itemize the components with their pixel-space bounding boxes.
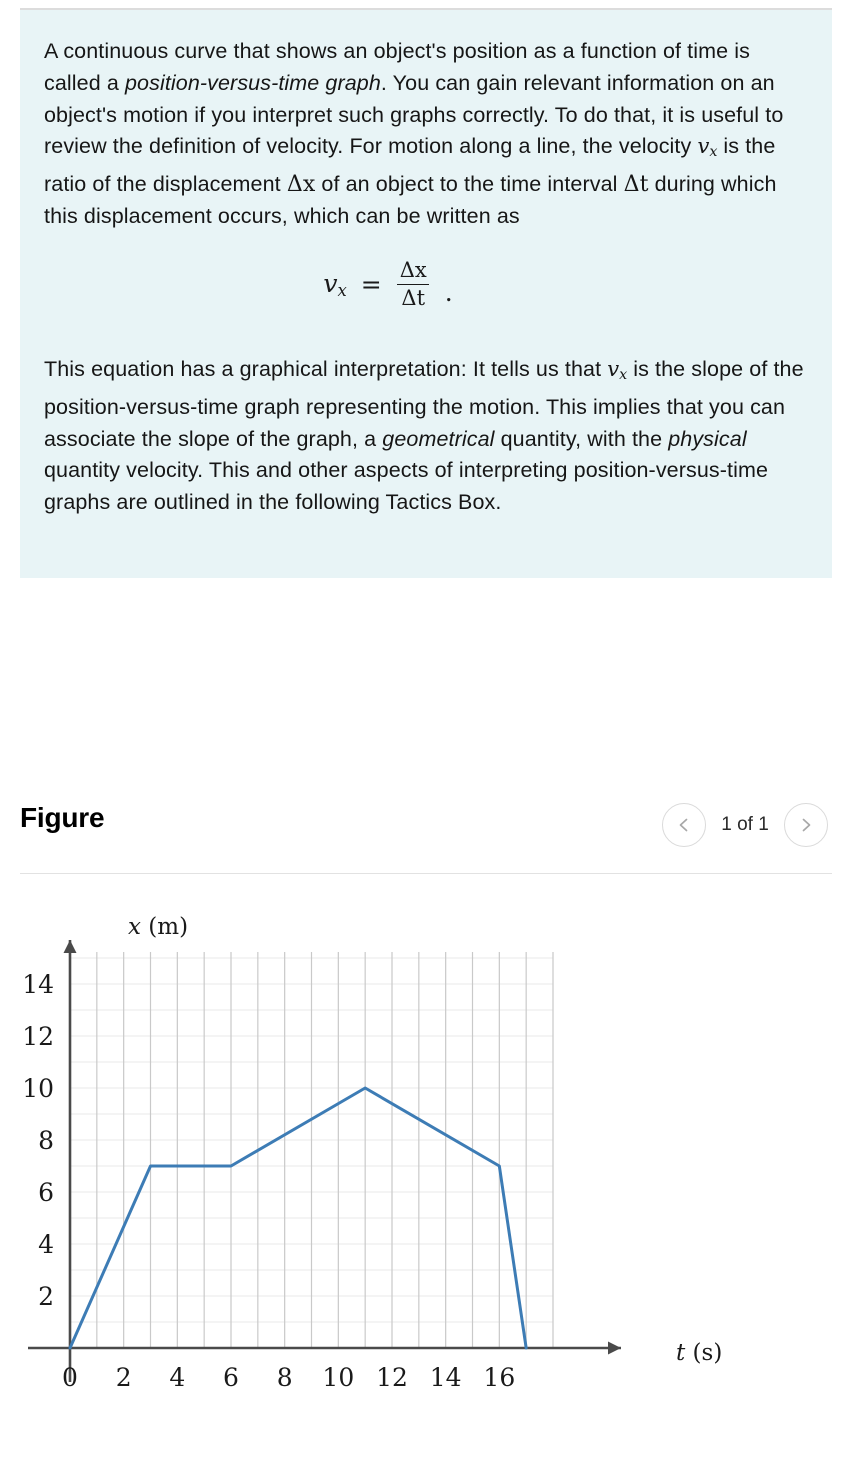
y-tick-label: 2 <box>38 1282 54 1311</box>
x-tick-label: 6 <box>223 1363 239 1392</box>
intro-p2-text-c: quantity, with the <box>494 426 669 451</box>
intro-p1-italic-term: position-versus-time graph <box>124 70 381 95</box>
x-tick-label: 10 <box>322 1363 354 1392</box>
velocity-symbol-1: vx <box>697 134 718 161</box>
x-tick-label: 16 <box>483 1363 515 1392</box>
intro-p2-text-a: This equation has a graphical interpreta… <box>44 356 608 381</box>
x-tick-label: 8 <box>277 1363 293 1392</box>
x-tick-label: 4 <box>169 1363 185 1392</box>
figure-divider <box>20 873 832 874</box>
intro-paragraph-2: This equation has a graphical interpreta… <box>44 354 808 519</box>
chart-svg: 0 2 4 6 8 10 12 14 16 2 4 6 8 10 12 14 x (m) t (s) <box>22 914 722 1392</box>
intro-p2-italic-physical: physical <box>668 426 747 451</box>
grid-major-vertical <box>69 952 554 1348</box>
y-axis-arrowhead <box>63 940 77 953</box>
equation-numerator: Δx <box>399 257 427 282</box>
intro-p1-text-d: of an object to the time interval <box>315 172 624 197</box>
figure-title: Figure <box>20 802 105 833</box>
axis-lines <box>28 940 621 1382</box>
position-vs-time-chart: 0 2 4 6 8 10 12 14 16 2 4 6 8 10 12 14 x (m) t (s) <box>0 890 852 1400</box>
equation-fraction: Δx Δt <box>396 257 431 311</box>
y-tick-label: 12 <box>22 1022 54 1051</box>
equation-lhs: vx <box>323 269 347 301</box>
y-tick-label: 10 <box>22 1074 54 1103</box>
chevron-left-icon <box>675 816 693 834</box>
x-tick-label: 12 <box>376 1363 408 1392</box>
equation-period: . <box>444 277 453 307</box>
y-tick-label: 14 <box>22 970 54 999</box>
velocity-symbol-2: vx <box>607 356 628 384</box>
intro-p2-text-d: quantity velocity. This and other aspect… <box>44 458 769 515</box>
figure-counter: 1 of 1 <box>721 814 769 835</box>
equation-equals-sign: = <box>360 270 382 300</box>
equation-denominator: Δt <box>397 284 430 311</box>
x-axis-label: t (s) <box>676 1340 722 1366</box>
figure-navigation: 1 of 1 <box>662 803 828 847</box>
figure-header: Figure 1 of 1 <box>0 795 852 883</box>
intro-p2-italic-geometrical: geometrical <box>382 426 495 451</box>
y-tick-label: 8 <box>38 1126 54 1155</box>
y-axis-label: x (m) <box>128 914 188 940</box>
delta-t-symbol: Δt <box>623 172 649 198</box>
y-tick-label: 4 <box>38 1230 54 1259</box>
y-tick-label: 6 <box>38 1178 54 1207</box>
previous-figure-button[interactable] <box>662 803 706 847</box>
x-tick-label: 0 <box>62 1363 78 1392</box>
x-axis-tick-labels: 0 2 4 6 8 10 12 14 16 <box>62 1363 515 1392</box>
intro-text-panel: A continuous curve that shows an object'… <box>20 8 832 578</box>
y-axis-tick-labels: 2 4 6 8 10 12 14 <box>22 970 54 1311</box>
x-tick-label: 14 <box>430 1363 462 1392</box>
velocity-equation: vx = Δx Δt . <box>44 257 808 329</box>
chevron-right-icon <box>797 816 815 834</box>
intro-paragraph-1: A continuous curve that shows an object'… <box>44 36 808 233</box>
x-tick-label: 2 <box>116 1363 132 1392</box>
next-figure-button[interactable] <box>784 803 828 847</box>
delta-x-symbol: Δx <box>286 172 316 198</box>
x-axis-arrowhead <box>608 1341 621 1355</box>
